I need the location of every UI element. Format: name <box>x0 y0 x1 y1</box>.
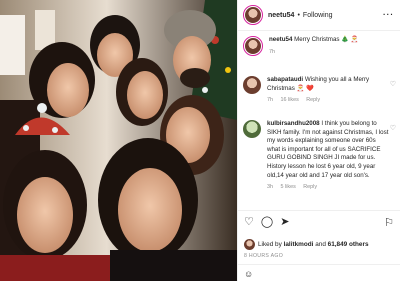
comment-time: 3h <box>267 184 273 191</box>
separator-dot: • <box>297 11 300 19</box>
post-timestamp: 8 HOURS AGO <box>244 253 284 259</box>
heart-icon[interactable]: ♡ <box>390 80 396 88</box>
post-actions: ♡ ◯ ➤ ⚐ Liked by lalitkmodi and 61,849 o… <box>238 210 400 281</box>
liker-avatar <box>244 239 255 250</box>
post-photo[interactable] <box>0 0 237 281</box>
comment-reply-button[interactable]: Reply <box>306 97 320 103</box>
comment-likes[interactable]: 16 likes <box>281 97 299 103</box>
comment-username[interactable]: kulbirsandhu2008 <box>267 120 320 127</box>
smile-icon[interactable]: ☺ <box>244 269 253 279</box>
comment-likes[interactable]: 5 likes <box>281 184 296 190</box>
author-username[interactable]: neetu54 <box>268 12 294 19</box>
add-comment-bar[interactable]: ☺ <box>238 264 400 281</box>
share-icon[interactable]: ➤ <box>280 216 289 228</box>
following-button[interactable]: Following <box>303 12 333 19</box>
caption-text: Merry Christmas <box>294 36 340 43</box>
caption: neetu54 Merry Christmas 🎄 🎅 7h <box>243 36 396 56</box>
more-options-icon[interactable]: ··· <box>383 10 394 19</box>
comment-username[interactable]: sabapataudi <box>267 76 303 83</box>
commenter-avatar[interactable] <box>243 120 261 138</box>
caption-username[interactable]: neetu54 <box>269 36 292 43</box>
comment-time: 7h <box>267 97 273 104</box>
likes-user[interactable]: lalitkmodi <box>284 241 314 248</box>
heart-icon[interactable]: ♡ <box>244 216 254 228</box>
likes-summary[interactable]: Liked by lalitkmodi and 61,849 others <box>244 239 369 250</box>
likes-middle: and <box>315 241 326 248</box>
comment-text: I think you belong to SIKH family. I'm n… <box>267 120 389 179</box>
bookmark-icon[interactable]: ⚐ <box>384 216 394 229</box>
commenter-avatar[interactable] <box>243 76 261 94</box>
list-item: kulbirsandhu2008 I think you belong to S… <box>243 120 396 192</box>
author-avatar[interactable] <box>243 5 263 25</box>
post-header: neetu54 • Following ··· <box>238 0 400 31</box>
group-photo-image <box>0 0 237 281</box>
caption-avatar[interactable] <box>243 36 263 56</box>
likes-prefix: Liked by <box>258 241 282 248</box>
list-item: sabapataudi Wishing you all a Merry Chri… <box>243 76 396 105</box>
caption-emoji: 🎄 🎅 <box>341 36 359 43</box>
comment-reply-button[interactable]: Reply <box>303 184 317 190</box>
heart-icon[interactable]: ♡ <box>390 124 396 132</box>
comment-icon[interactable]: ◯ <box>261 216 273 228</box>
likes-count[interactable]: 61,849 others <box>328 241 369 248</box>
caption-time: 7h <box>269 48 275 55</box>
post-sidebar: neetu54 • Following ··· neetu54 Merry Ch… <box>237 0 400 281</box>
comments-list[interactable]: neetu54 Merry Christmas 🎄 🎅 7h sabapatau… <box>238 31 400 210</box>
